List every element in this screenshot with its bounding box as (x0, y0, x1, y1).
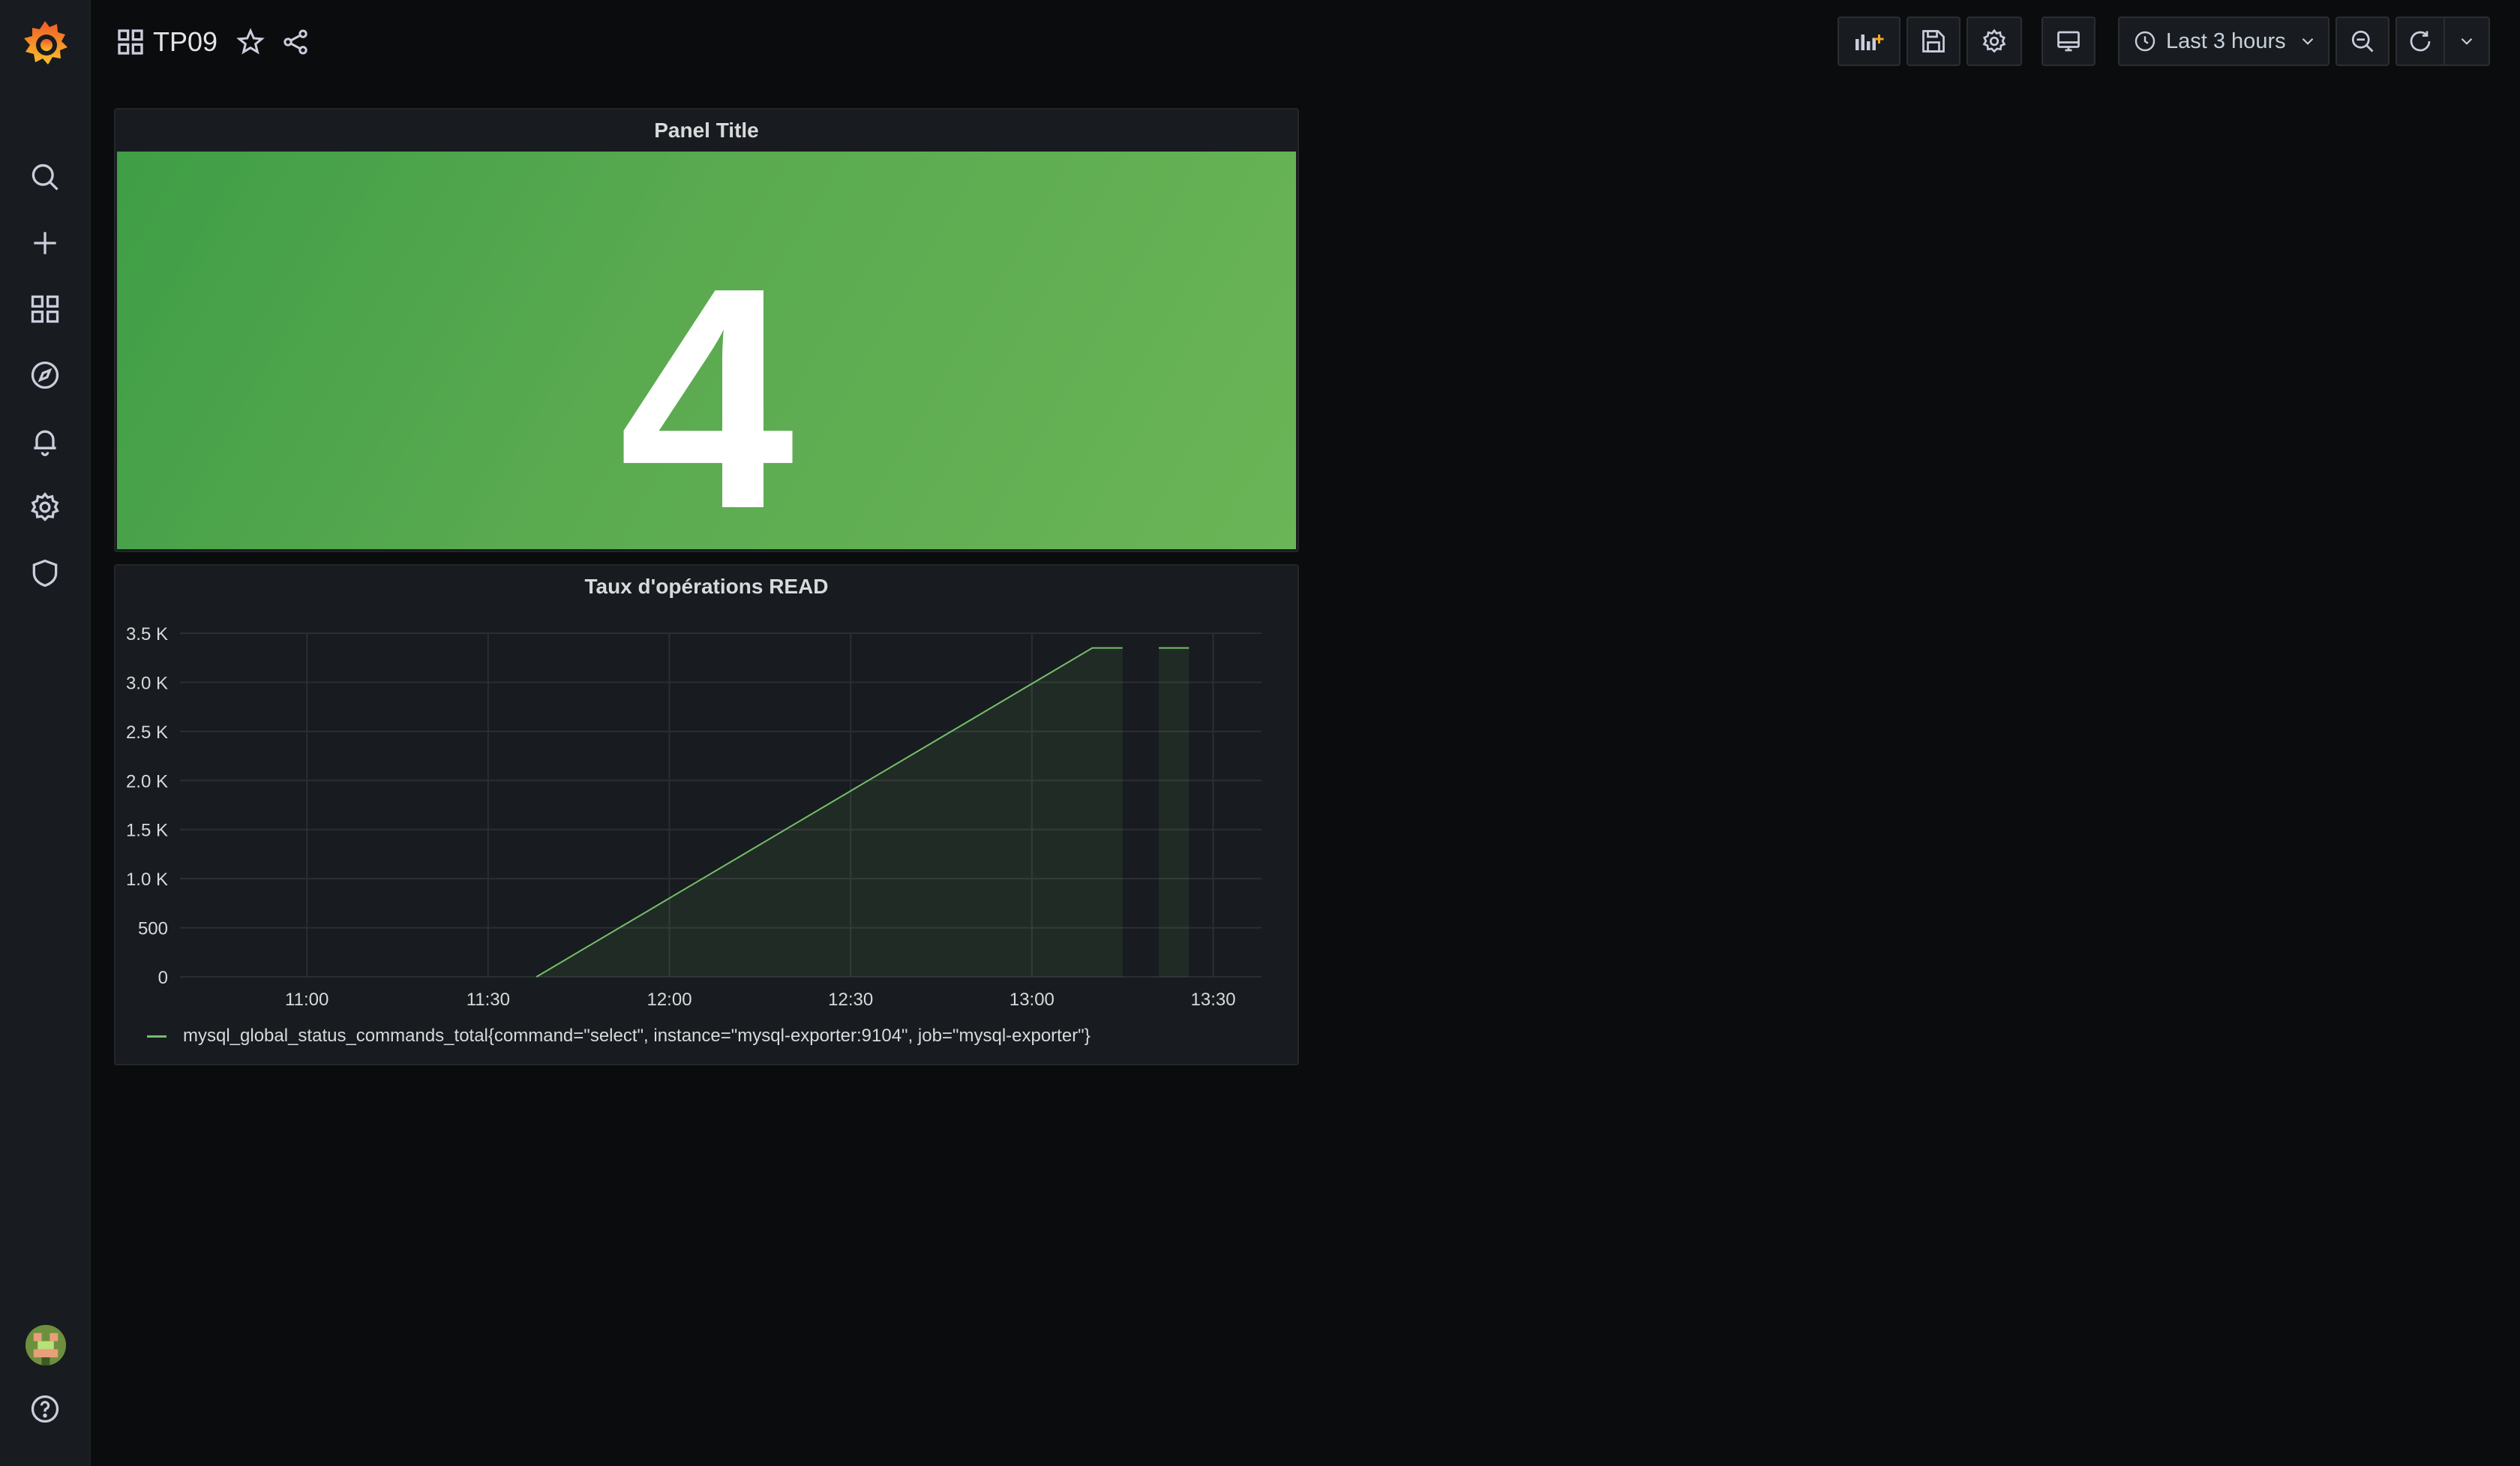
gear-icon (1982, 29, 2006, 53)
dashboards-icon[interactable] (26, 290, 64, 329)
share-icon[interactable] (280, 27, 310, 57)
dashboard-title[interactable]: TP09 (153, 23, 218, 62)
zoom-out-button[interactable] (2336, 17, 2390, 66)
star-icon[interactable] (236, 27, 266, 57)
chevron-down-icon (2461, 38, 2473, 45)
dashboard-settings-button[interactable] (1966, 17, 2022, 66)
graph-panel[interactable]: Taux d'opérations READ (114, 564, 1299, 1065)
explore-compass-icon[interactable] (26, 356, 64, 395)
save-dashboard-button[interactable] (1906, 17, 1960, 66)
refresh-button[interactable] (2396, 17, 2445, 66)
refresh-interval-dropdown[interactable] (2444, 17, 2490, 66)
legend-swatch (147, 1035, 166, 1038)
plus-icon[interactable] (26, 224, 64, 263)
panel-title[interactable]: Taux d'opérations READ (116, 575, 1298, 599)
refresh-icon (2410, 31, 2431, 52)
help-icon[interactable] (26, 1389, 64, 1428)
grafana-logo-icon[interactable] (18, 17, 72, 71)
chevron-down-icon (2302, 38, 2314, 45)
save-icon (1922, 30, 1945, 53)
panel-title[interactable]: Panel Title (116, 119, 1298, 143)
dashboard-grid-icon (118, 29, 143, 55)
graph-legend[interactable]: mysql_global_status_commands_total{comma… (147, 1026, 1090, 1047)
monitor-icon (2057, 31, 2080, 52)
shield-icon[interactable] (26, 554, 64, 593)
time-range-label: Last 3 hours (2166, 29, 2286, 53)
top-navbar: TP09 Last 3 hours (90, 0, 2520, 84)
zoom-out-icon (2351, 30, 2374, 53)
search-icon[interactable] (26, 158, 64, 197)
time-range-picker[interactable]: Last 3 hours (2118, 17, 2330, 66)
add-panel-button[interactable] (1838, 17, 1900, 66)
avatar[interactable] (26, 1325, 66, 1365)
stat-background: 4 (117, 152, 1296, 557)
cycle-view-mode-button[interactable] (2042, 17, 2096, 66)
stat-value: 4 (619, 223, 794, 575)
sidebar (0, 0, 91, 1466)
configuration-gear-icon[interactable] (26, 488, 64, 527)
legend-series-name[interactable]: mysql_global_status_commands_total{comma… (183, 1026, 1090, 1047)
add-panel-icon (1856, 35, 1884, 50)
alerting-bell-icon[interactable] (26, 422, 64, 461)
stat-panel[interactable]: Panel Title 4 (114, 108, 1299, 557)
clock-icon (2134, 31, 2156, 52)
